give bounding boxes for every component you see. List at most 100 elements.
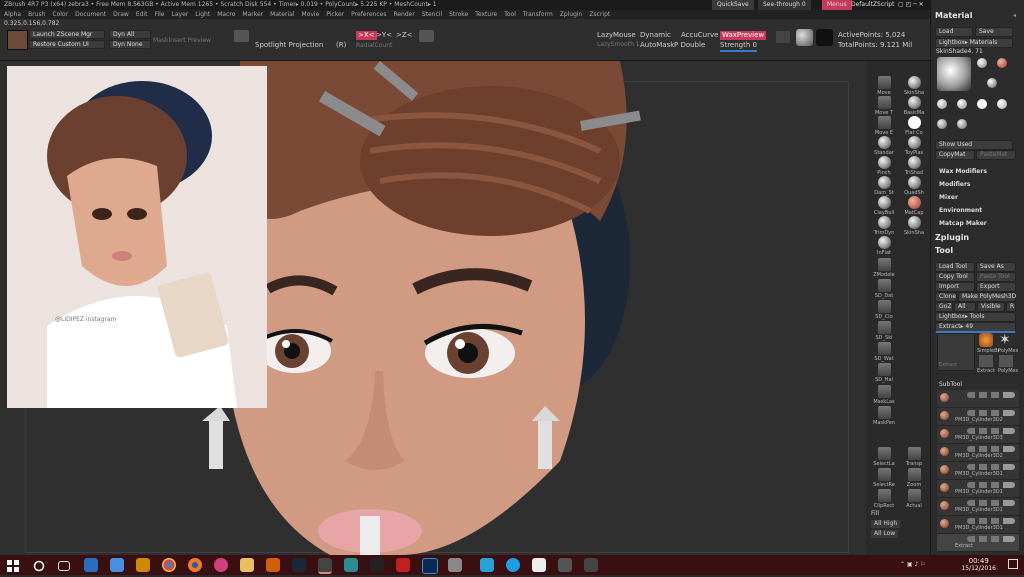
goz-r-button[interactable]: R [1006, 302, 1016, 312]
subtool-header[interactable]: SubTool [939, 381, 962, 389]
lightbox-tools-button[interactable]: Lightbox▸ Tools [935, 312, 1016, 322]
menu-light[interactable]: Light [195, 11, 210, 18]
photoshop-icon[interactable] [422, 558, 438, 574]
brush-standard[interactable]: Standar [869, 136, 899, 156]
capture-icon[interactable] [584, 558, 598, 572]
folder-icon[interactable] [240, 558, 254, 572]
simplebrush-icon[interactable] [979, 333, 993, 347]
menu-macro[interactable]: Macro [217, 11, 235, 18]
goz-all-button[interactable]: All [954, 302, 976, 312]
flatcol-thumb-icon[interactable] [977, 99, 987, 109]
itunes-icon[interactable] [214, 558, 228, 572]
menu-draw[interactable]: Draw [113, 11, 129, 18]
brush-masklasso[interactable]: MaskLas [869, 385, 899, 405]
taskview-icon[interactable] [58, 561, 70, 571]
menu-stroke[interactable]: Stroke [449, 11, 468, 18]
dropbox-icon[interactable] [110, 558, 124, 572]
menu-stencil[interactable]: Stencil [422, 11, 442, 18]
window-controls-icon[interactable]: ▢ ◰ ─ ✕ [898, 1, 924, 9]
subtool-row[interactable]: PM3D_Cylinder3D1 [937, 498, 1019, 516]
menu-file[interactable]: File [154, 11, 164, 18]
polymesh2-thumb-icon[interactable] [999, 355, 1013, 367]
texture-preview-icon[interactable] [816, 29, 833, 46]
brush-claybuildup[interactable]: ClayBuil [869, 196, 899, 216]
transp-button[interactable]: Transp [899, 447, 929, 467]
zbrush-icon[interactable] [318, 558, 332, 574]
lazymouse-toggle[interactable]: LazyMouse [597, 31, 636, 40]
export-button[interactable]: Export [976, 282, 1016, 292]
polymesh-star-icon[interactable]: ✶ [999, 333, 1011, 347]
taskbar-clock[interactable]: 00:49 15/12/2016 [961, 557, 996, 573]
import-button[interactable]: Import [935, 282, 975, 292]
save-as-button[interactable]: Save As [976, 262, 1016, 272]
dyn-none-button[interactable]: Dyn None [109, 40, 151, 49]
perspective-icon[interactable] [776, 31, 790, 43]
menu-render[interactable]: Render [393, 11, 414, 18]
automask-toggle[interactable]: AutoMask [640, 41, 674, 50]
actual-button[interactable]: Actual [899, 489, 929, 509]
brush-sd-ski[interactable]: SD_Ski [869, 321, 899, 341]
restore-custom-ui-button[interactable]: Restore Custom UI [29, 40, 105, 49]
menu-texture[interactable]: Texture [475, 11, 497, 18]
system-tray-icons[interactable]: ⌃ ▣ ♪ ⚐ [900, 561, 926, 569]
brush-sd-dat[interactable]: SD_Dat [869, 279, 899, 299]
copy-tool-button[interactable]: Copy Tool [935, 272, 975, 282]
subtool-row[interactable]: PM3D_Cylinder3D1 [937, 516, 1019, 534]
menu-color[interactable]: Color [52, 11, 68, 18]
subtool-row[interactable] [937, 390, 1019, 408]
material-skinshade[interactable]: SkinSha [899, 76, 929, 96]
toyplas-thumb-icon[interactable] [997, 99, 1007, 109]
menu-document[interactable]: Document [75, 11, 106, 18]
material-preview-icon[interactable] [796, 29, 813, 46]
matcap-maker-section[interactable]: Matcap Maker [939, 220, 987, 228]
symmetry-y-button[interactable]: >Y< [376, 31, 392, 40]
brush-sd-hai[interactable]: SD_Hai [869, 363, 899, 383]
quicksave-button[interactable]: QuickSave [712, 0, 754, 10]
accucurve-toggle[interactable]: AccuCurve [681, 31, 718, 40]
p-double-toggle[interactable]: P Double [674, 41, 705, 50]
symmetry-z-button[interactable]: >Z< [396, 31, 413, 40]
subtool-row-selected[interactable]: Extract [937, 534, 1019, 552]
load-tool-button[interactable]: Load Tool [935, 262, 975, 272]
spotlight-projection-toggle[interactable]: Spotlight Projection [255, 41, 323, 50]
search-icon[interactable] [32, 558, 46, 572]
brush-selectrect[interactable]: SelectRe [869, 468, 899, 488]
matcap-thumb-icon[interactable] [997, 58, 1007, 68]
extract-thumb-icon[interactable] [979, 355, 993, 367]
brush-damstandard[interactable]: Dam_St [869, 176, 899, 196]
photos-icon[interactable] [558, 558, 572, 572]
windows-icon[interactable] [6, 558, 20, 572]
show-used-button[interactable]: Show Used [935, 140, 1013, 150]
lazysmooth-slider[interactable]: LazySmooth 1 [597, 41, 640, 49]
goz-button[interactable]: GoZ [935, 302, 953, 312]
material-skinshade-2[interactable]: SkinSha [899, 216, 929, 236]
brush-cliprect[interactable]: ClipRect [869, 489, 899, 509]
menu-marker[interactable]: Marker [242, 11, 263, 18]
zprofile-icon[interactable] [419, 30, 434, 42]
make-polymesh-button[interactable]: Make PolyMesh3D [958, 292, 1016, 302]
material-save-button[interactable]: Save [975, 27, 1013, 37]
brush-inflat[interactable]: InFlat [869, 236, 899, 256]
waxpreview-toggle[interactable]: WaxPreview [720, 31, 767, 40]
pastemat-button[interactable]: PasteMat [976, 150, 1016, 160]
menu-brush[interactable]: Brush [28, 11, 45, 18]
firefox-icon[interactable] [188, 558, 202, 572]
brush-move-topological[interactable]: Move T [869, 96, 899, 116]
menu-transform[interactable]: Transform [523, 11, 553, 18]
chrome-thumb-icon[interactable] [987, 78, 997, 88]
goz-visible-button[interactable]: Visible [977, 302, 1005, 312]
brush-sd-clo[interactable]: SD_Clo [869, 300, 899, 320]
maya-icon[interactable] [370, 558, 384, 572]
brush-sd-wat[interactable]: SD_Wat [869, 342, 899, 362]
all-low-button[interactable]: All Low [871, 530, 899, 538]
lightbox-app-icon[interactable] [136, 558, 150, 572]
skype-icon[interactable] [506, 558, 520, 572]
clone-button[interactable]: Clone [935, 292, 957, 302]
color-swatch[interactable] [7, 30, 28, 50]
material-flat-color[interactable]: Flat Co [899, 116, 929, 136]
symmetry-x-button[interactable]: >X< [356, 31, 377, 40]
radialcount-button[interactable]: RadialCount [356, 42, 392, 50]
menu-edit[interactable]: Edit [136, 11, 148, 18]
fill-button[interactable]: Fill [871, 510, 879, 518]
dyn-all-button[interactable]: Dyn All [109, 30, 151, 39]
